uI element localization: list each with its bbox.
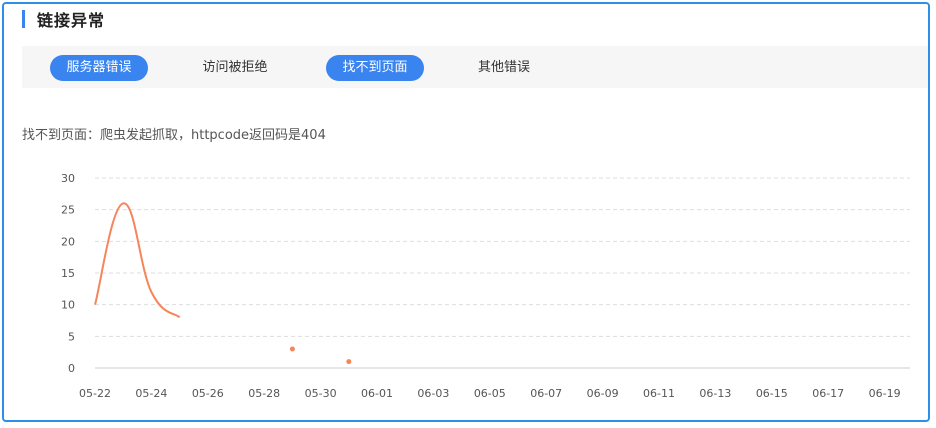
x-tick-label: 06-07 [530, 387, 562, 400]
data-point [346, 359, 352, 365]
x-tick-label: 05-24 [135, 387, 167, 400]
x-tick-label: 06-01 [361, 387, 393, 400]
y-tick-label: 25 [61, 204, 75, 217]
y-tick-label: 15 [61, 267, 75, 280]
y-tick-label: 0 [68, 362, 75, 375]
data-point [289, 346, 295, 352]
x-tick-label: 06-11 [643, 387, 675, 400]
y-tick-label: 30 [61, 172, 75, 185]
x-tick-label: 05-22 [79, 387, 111, 400]
x-tick-label: 06-03 [417, 387, 449, 400]
y-tick-label: 20 [61, 235, 75, 248]
y-tick-label: 10 [61, 299, 75, 312]
x-tick-label: 06-17 [812, 387, 844, 400]
series-line [94, 202, 181, 319]
x-tick-label: 05-26 [192, 387, 224, 400]
x-tick-label: 06-05 [474, 387, 506, 400]
x-tick-label: 06-15 [756, 387, 788, 400]
x-tick-label: 06-09 [587, 387, 619, 400]
y-tick-label: 5 [68, 330, 75, 343]
x-tick-label: 06-19 [869, 387, 901, 400]
x-tick-label: 05-28 [248, 387, 280, 400]
x-tick-label: 06-13 [699, 387, 731, 400]
x-tick-label: 05-30 [305, 387, 337, 400]
error-line-chart: 0 5 10 15 20 25 30 05-22 05-24 05-26 05-28 05-30 06-… [61, 172, 910, 400]
